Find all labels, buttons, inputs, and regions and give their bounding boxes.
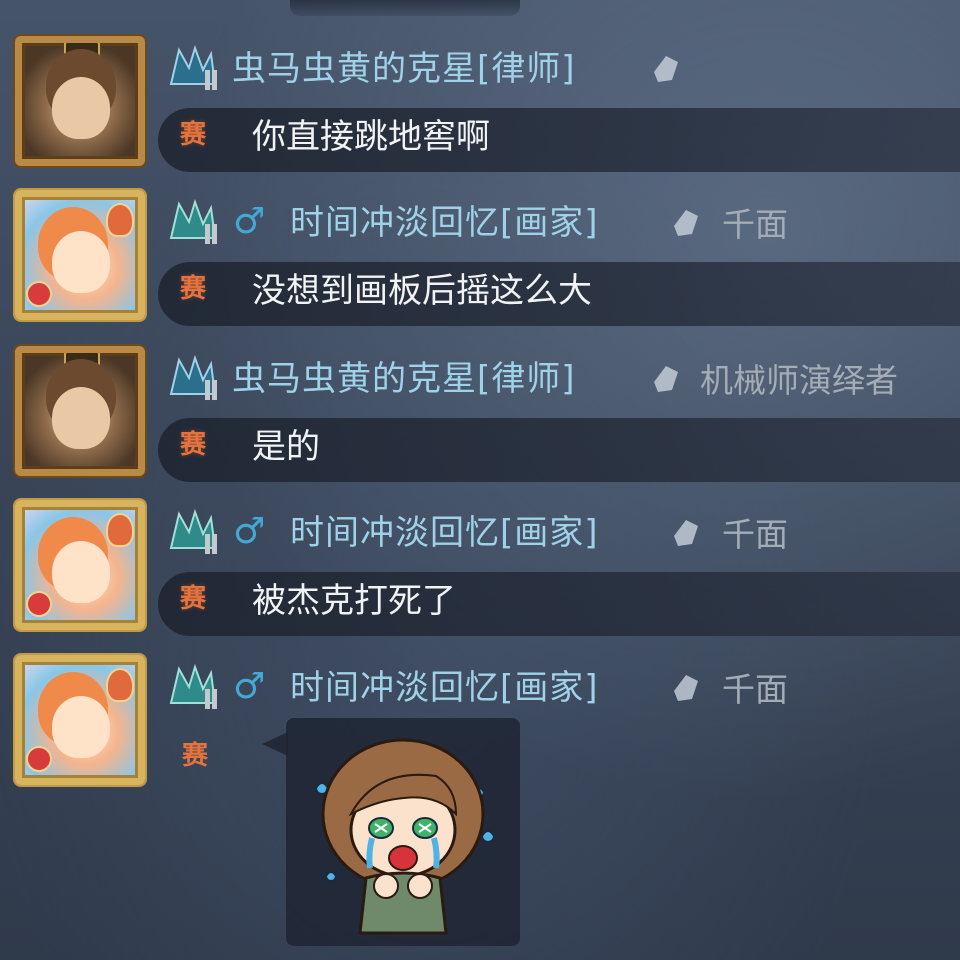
title-tag-icon — [674, 210, 698, 236]
frame-ornament — [26, 281, 52, 307]
player-title: 千面 — [722, 670, 788, 709]
message-text: 被杰克打死了 — [252, 581, 456, 621]
username[interactable]: 时间冲淡回忆[画家] — [290, 206, 599, 240]
avatar[interactable] — [15, 655, 145, 785]
avatar-face — [52, 387, 110, 449]
male-gender-icon: ♂ — [233, 201, 266, 242]
username[interactable]: 时间冲淡回忆[画家] — [290, 516, 599, 550]
message-bubble: 赛 是的 — [158, 418, 960, 482]
frame-ornament — [26, 591, 52, 617]
match-badge: 赛 — [180, 584, 207, 614]
title-tag-icon — [654, 366, 678, 392]
avatar-frame-emblem — [64, 353, 100, 371]
message-text: 是的 — [252, 427, 320, 467]
message-bubble: 赛 没想到画板后摇这么大 — [158, 262, 960, 326]
message-text: 你直接跳地窖啊 — [252, 117, 490, 157]
balloon-decoration — [106, 513, 134, 547]
avatar[interactable] — [15, 500, 145, 630]
sticker-bubble-tail — [262, 732, 288, 756]
avatar-frame-emblem — [64, 43, 100, 61]
sticker-message[interactable] — [286, 718, 520, 946]
player-title: 千面 — [722, 205, 788, 244]
username[interactable]: 虫马虫黄的克星[律师] — [232, 362, 576, 396]
player-title: 机械师演绎者 — [700, 361, 898, 400]
match-badge: 赛 — [180, 120, 207, 150]
avatar-face — [52, 77, 110, 139]
balloon-decoration — [106, 668, 134, 702]
player-title: 千面 — [722, 515, 788, 554]
match-badge: 赛 — [182, 741, 209, 771]
avatar-face — [52, 696, 110, 758]
match-badge: 赛 — [180, 430, 207, 460]
message-text: 没想到画板后摇这么大 — [252, 271, 592, 311]
avatar-face — [52, 541, 110, 603]
title-tag-icon — [674, 520, 698, 546]
match-badge: 赛 — [180, 274, 207, 304]
avatar-face — [52, 231, 110, 293]
title-tag-icon — [654, 56, 678, 82]
username[interactable]: 时间冲淡回忆[画家] — [290, 671, 599, 705]
rank-icon — [169, 354, 217, 400]
avatar[interactable] — [15, 190, 145, 320]
rank-icon — [169, 508, 217, 554]
previous-message-edge — [290, 0, 520, 16]
avatar[interactable] — [15, 346, 145, 476]
rank-icon — [169, 663, 217, 709]
avatar[interactable] — [15, 36, 145, 166]
rank-icon — [169, 198, 217, 244]
frame-ornament — [26, 746, 52, 772]
message-bubble: 赛 你直接跳地窖啊 — [158, 108, 960, 172]
balloon-decoration — [106, 203, 134, 237]
male-gender-icon: ♂ — [233, 511, 266, 552]
message-bubble: 赛 被杰克打死了 — [158, 572, 960, 636]
username[interactable]: 虫马虫黄的克星[律师] — [232, 52, 576, 86]
title-tag-icon — [674, 675, 698, 701]
rank-icon — [169, 44, 217, 90]
male-gender-icon: ♂ — [233, 666, 266, 707]
crying-character-sticker — [314, 738, 496, 935]
